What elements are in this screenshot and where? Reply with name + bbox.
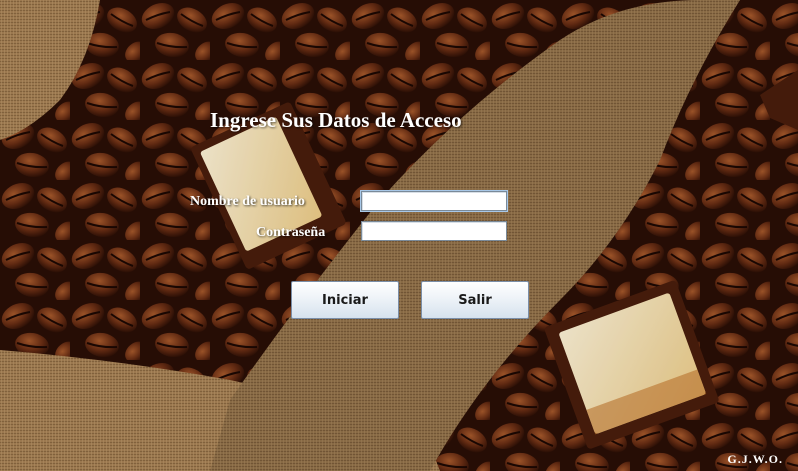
login-title: Ingrese Sus Datos de Acceso xyxy=(210,108,462,132)
password-label: Contraseña xyxy=(256,225,326,240)
author-credit: G.J.W.O. xyxy=(727,452,783,466)
username-field[interactable] xyxy=(361,191,507,211)
exit-button[interactable]: Salir xyxy=(421,281,529,319)
username-label: Nombre de usuario xyxy=(190,194,305,209)
login-button[interactable]: Iniciar xyxy=(291,281,399,319)
password-field[interactable] xyxy=(361,221,507,241)
